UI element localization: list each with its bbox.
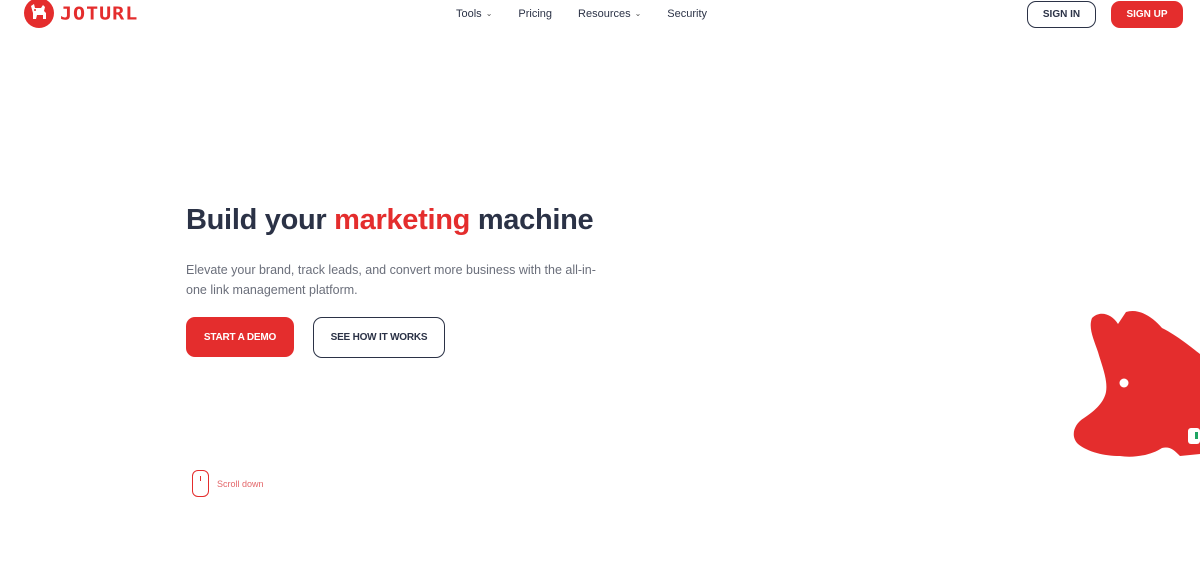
nav-item-pricing[interactable]: Pricing xyxy=(518,8,552,20)
hero-title-part2: machine xyxy=(470,204,594,236)
mouse-icon xyxy=(192,470,209,497)
site-header: JOTURL Tools ⌄ Pricing Resources ⌄ Secur… xyxy=(0,0,1200,30)
dog-logo-icon xyxy=(24,0,54,28)
hero-title-accent: marketing xyxy=(334,204,471,236)
see-how-it-works-button[interactable]: SEE HOW IT WORKS xyxy=(313,317,445,358)
scroll-down-link[interactable]: Scroll down xyxy=(192,470,264,497)
dog-mascot-icon xyxy=(1070,306,1200,471)
nav-item-label: Resources xyxy=(578,8,631,20)
hero-title: Build your marketing machine xyxy=(186,204,594,237)
nav-item-label: Security xyxy=(667,8,708,20)
sign-up-button[interactable]: SIGN UP xyxy=(1111,1,1183,28)
nav-item-label: Tools xyxy=(456,8,482,20)
main-nav: Tools ⌄ Pricing Resources ⌄ Security xyxy=(456,8,733,20)
scroll-down-label: Scroll down xyxy=(217,478,264,489)
hero-subtitle: Elevate your brand, track leads, and con… xyxy=(186,263,596,297)
logo-text: JOTURL xyxy=(60,2,139,24)
start-demo-button[interactable]: START A DEMO xyxy=(186,317,294,357)
nav-item-security[interactable]: Security xyxy=(667,8,707,20)
logo[interactable]: JOTURL xyxy=(24,0,138,28)
nav-item-label: Pricing xyxy=(518,8,553,20)
chevron-down-icon: ⌄ xyxy=(485,8,493,18)
nav-item-tools[interactable]: Tools ⌄ xyxy=(456,8,492,20)
nav-item-resources[interactable]: Resources ⌄ xyxy=(578,8,641,20)
hero-title-part1: Build your xyxy=(186,204,335,236)
chevron-down-icon: ⌄ xyxy=(634,8,642,18)
sign-in-button[interactable]: SIGN IN xyxy=(1027,1,1096,28)
